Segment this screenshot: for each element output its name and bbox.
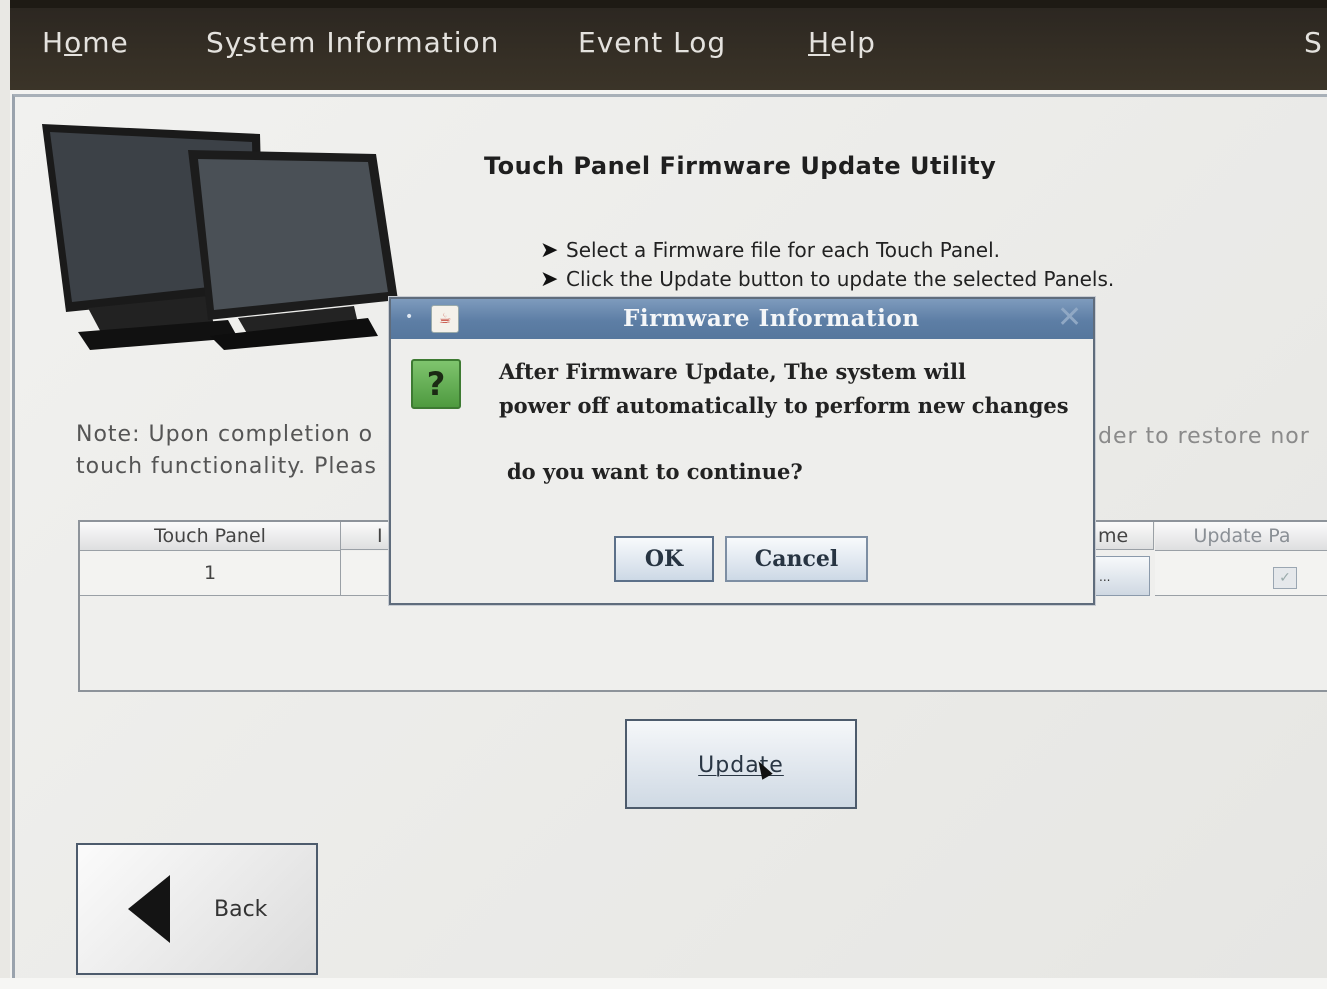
note-text: touch functionality. Pleas [76, 454, 377, 479]
window-menu-icon[interactable]: • [405, 309, 413, 325]
instruction-bullet: ➤ Select a Firmware file for each Touch P… [540, 238, 1000, 263]
table-cell-touch-panel[interactable]: 1 [80, 551, 341, 596]
back-button[interactable]: Back [76, 843, 318, 975]
column-header-touch-panel[interactable]: Touch Panel [80, 522, 341, 551]
menu-event-log[interactable]: Event Log [578, 26, 726, 59]
java-app-icon: ☕ [431, 305, 459, 333]
back-arrow-icon [128, 875, 170, 943]
column-header-truncated[interactable]: I [341, 522, 391, 550]
dialog-message-line: power off automatically to perform new c… [499, 393, 1069, 418]
dialog-question: do you want to continue? [507, 459, 803, 484]
screen-bezel-left [0, 0, 10, 989]
monitors-illustration [42, 124, 398, 350]
screen-bezel-bottom [0, 978, 1327, 989]
dialog-titlebar[interactable]: • ☕ Firmware Information ✕ [391, 299, 1093, 339]
update-button[interactable]: Update [625, 719, 857, 809]
dialog-title: Firmware Information [623, 305, 920, 332]
bullet-text: Select a Firmware file for each Touch Pa… [566, 238, 1001, 262]
menu-system-information[interactable]: System Information [206, 26, 499, 59]
update-panel-checkbox[interactable]: ✓ [1273, 567, 1297, 589]
note-text-right: der to restore nor [1098, 424, 1310, 449]
close-icon[interactable]: ✕ [1057, 303, 1082, 333]
column-header-update-panel[interactable]: Update Pa [1155, 522, 1327, 551]
column-header-file-name[interactable]: me [1092, 522, 1154, 550]
table-cell[interactable] [341, 551, 392, 596]
firmware-information-dialog: • ☕ Firmware Information ✕ ? After Firmw… [389, 297, 1095, 605]
page-title: Touch Panel Firmware Update Utility [484, 152, 997, 180]
cancel-button[interactable]: Cancel [725, 536, 868, 582]
instruction-bullet: ➤ Click the Update button to update the s… [540, 267, 1114, 292]
menu-bar: Home System Information Event Log Help S [10, 8, 1327, 90]
arrow-bullet-icon: ➤ [540, 267, 559, 292]
dialog-message-line: After Firmware Update, The system will [499, 359, 966, 384]
screen-bezel-top [0, 0, 1327, 8]
arrow-bullet-icon: ➤ [540, 238, 559, 263]
note-text: Note: Upon completion o [76, 422, 374, 447]
menu-help[interactable]: Help [808, 26, 876, 59]
table-cell-update[interactable] [1155, 551, 1327, 596]
menu-truncated-item[interactable]: S [1304, 26, 1323, 59]
ok-button[interactable]: OK [614, 536, 714, 582]
browse-file-button[interactable]: ... [1094, 556, 1150, 596]
question-icon: ? [411, 359, 461, 409]
menu-home[interactable]: Home [42, 26, 129, 59]
bullet-text: Click the Update button to update the se… [566, 267, 1115, 291]
back-button-label: Back [214, 897, 268, 922]
